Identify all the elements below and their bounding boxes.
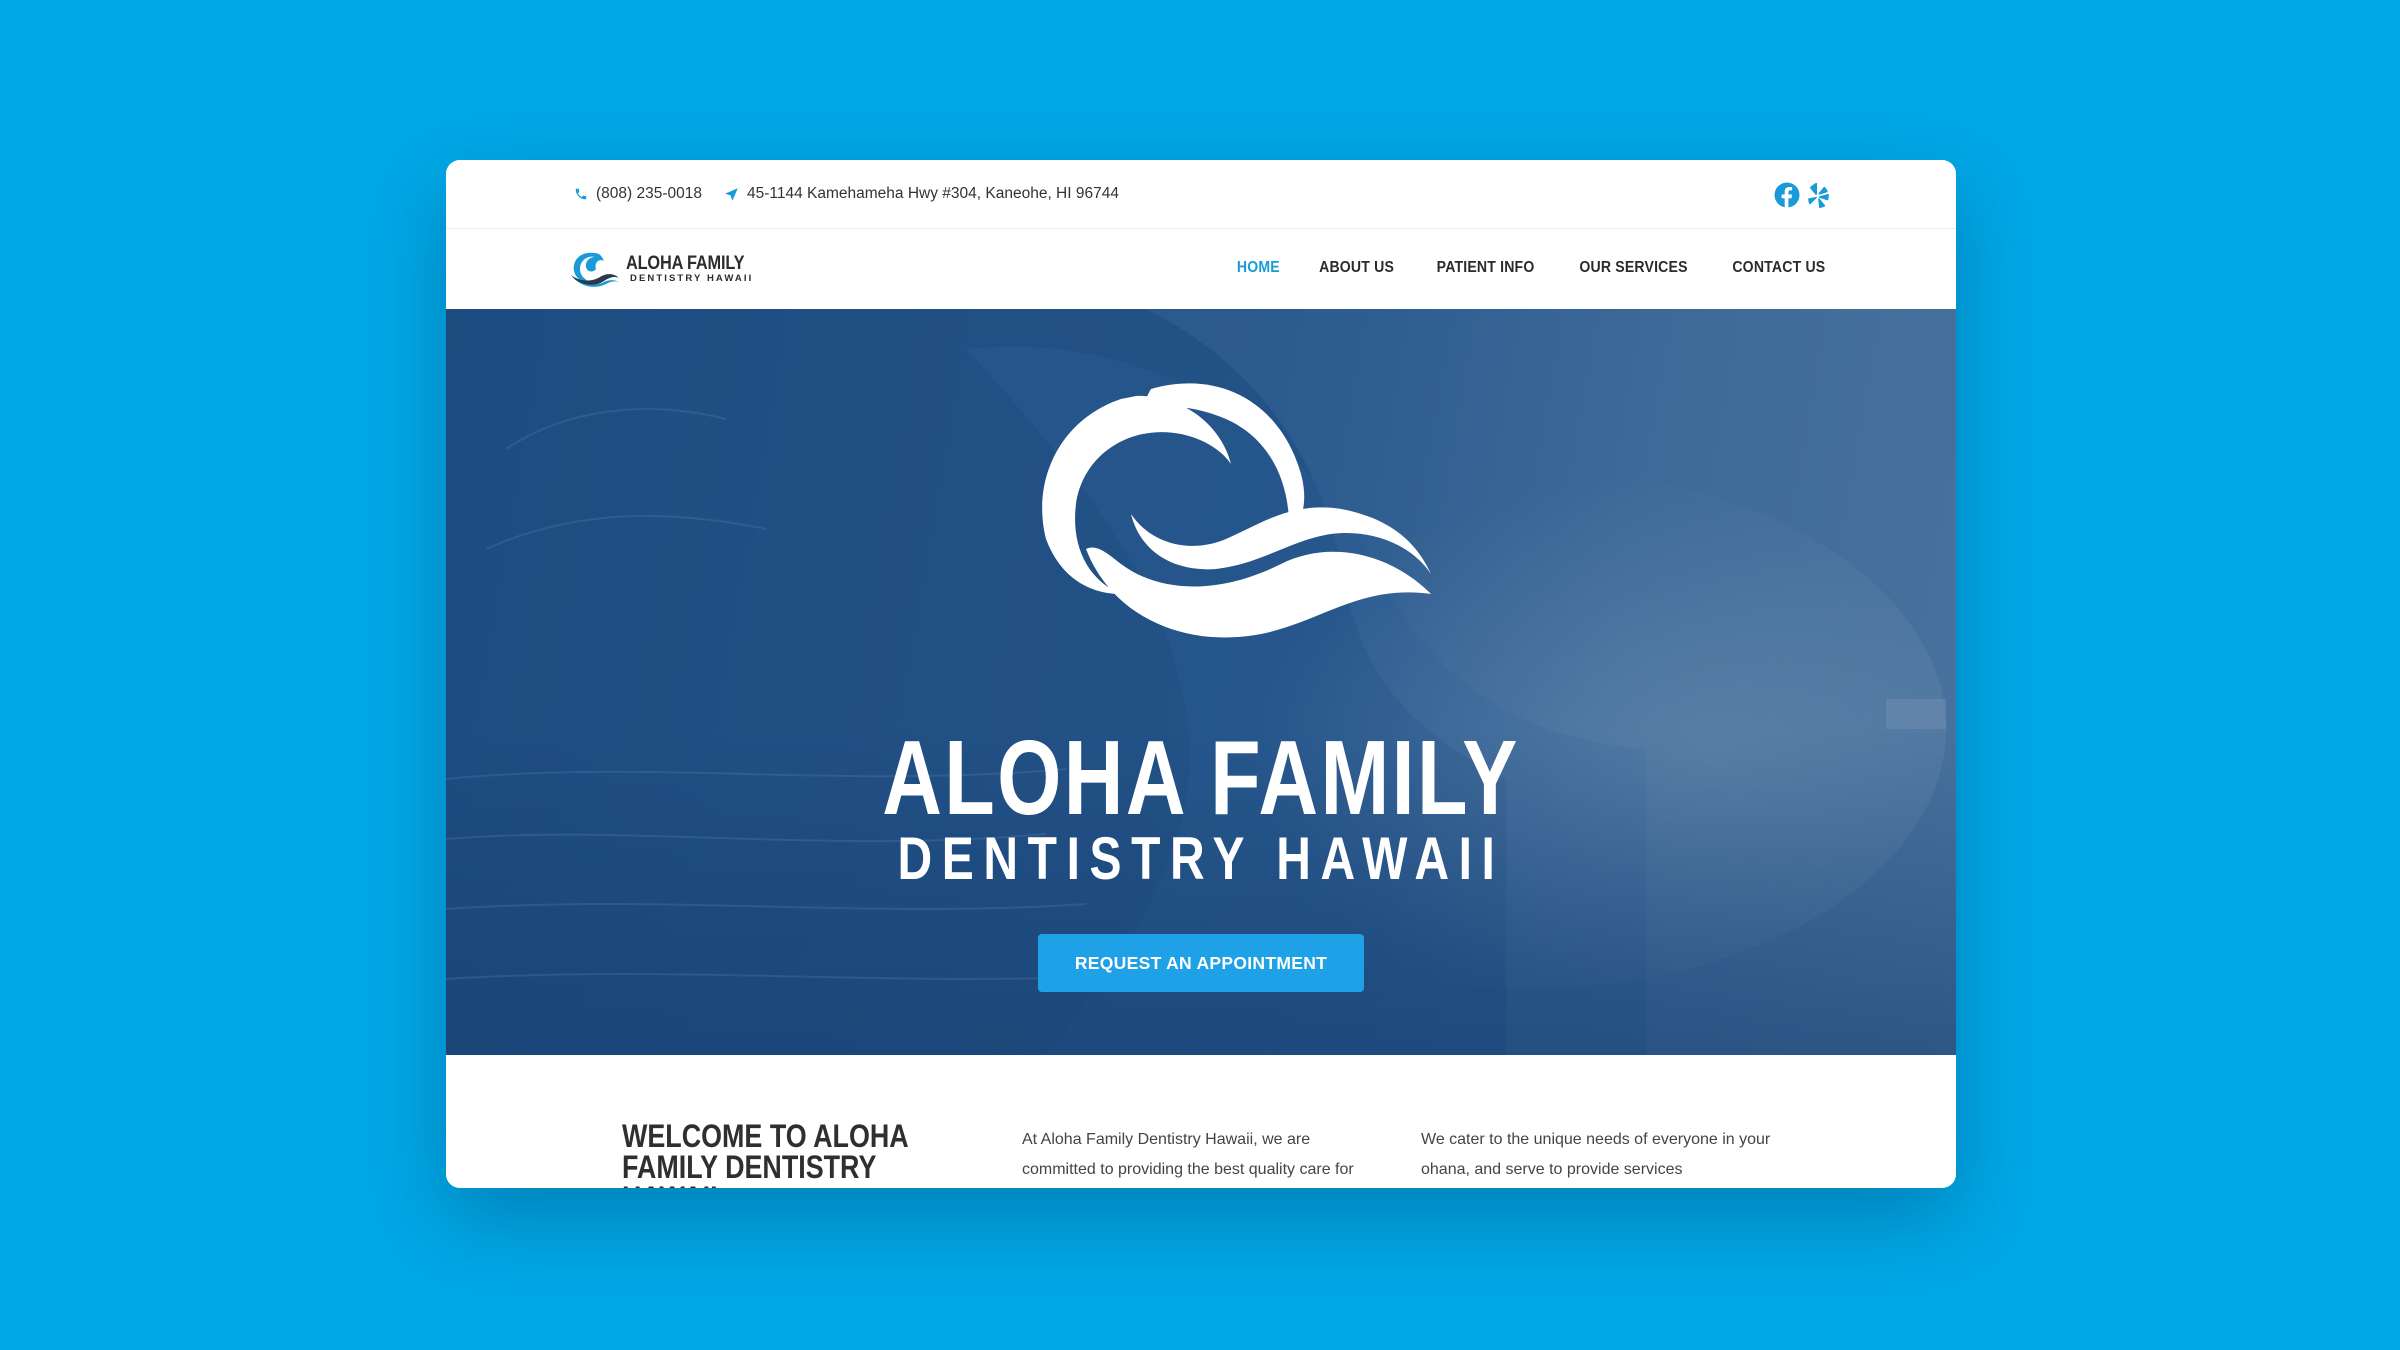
nav-item-contact-us[interactable]: CONTACT US xyxy=(1733,259,1826,277)
hero-wave-logo xyxy=(1042,383,1431,638)
hero-title: ALOHA FAMILY xyxy=(882,719,1520,837)
yelp-link[interactable] xyxy=(1808,182,1830,213)
facebook-icon xyxy=(1774,182,1800,208)
yelp-icon xyxy=(1808,182,1829,209)
hero-subtitle: DENTISTRY HAWAII xyxy=(897,825,1505,892)
welcome-heading: WELCOME TO ALOHA FAMILY DENTISTRY HAWAII xyxy=(622,1118,908,1188)
browser-window: (808) 235-0018 45-1144 Kamehameha Hwy #3… xyxy=(446,160,1956,1188)
address-link[interactable]: 45-1144 Kamehameha Hwy #304, Kaneohe, HI… xyxy=(724,185,1119,203)
welcome-text-column-2: We cater to the unique needs of everyone… xyxy=(1421,1131,1771,1178)
main-navbar: ALOHA FAMILY DENTISTRY HAWAII HOME ABOUT… xyxy=(446,229,1956,307)
location-arrow-icon xyxy=(725,187,738,201)
request-appointment-button[interactable]: REQUEST AN APPOINTMENT xyxy=(1038,934,1364,992)
brand-logo-link[interactable]: ALOHA FAMILY DENTISTRY HAWAII xyxy=(568,249,764,289)
nav-item-patient-info[interactable]: PATIENT INFO xyxy=(1437,259,1535,277)
welcome-text-column-1: At Aloha Family Dentistry Hawaii, we are… xyxy=(1022,1131,1354,1178)
phone-number: (808) 235-0018 xyxy=(596,185,702,202)
nav-item-home[interactable]: HOME xyxy=(1237,259,1280,277)
brand-name: ALOHA FAMILY xyxy=(626,253,745,275)
brand-tagline: DENTISTRY HAWAII xyxy=(630,273,754,285)
welcome-section: WELCOME TO ALOHA FAMILY DENTISTRY HAWAII… xyxy=(446,1055,1956,1188)
contact-bar: (808) 235-0018 45-1144 Kamehameha Hwy #3… xyxy=(446,160,1956,229)
nav-item-about-us[interactable]: ABOUT US xyxy=(1319,259,1394,277)
wave-logo-icon xyxy=(571,252,619,287)
phone-icon xyxy=(575,188,587,200)
primary-nav: HOME ABOUT US PATIENT INFO OUR SERVICES … xyxy=(1234,229,1832,307)
facebook-link[interactable] xyxy=(1774,182,1800,213)
nav-item-our-services[interactable]: OUR SERVICES xyxy=(1580,259,1688,277)
hero-section: ALOHA FAMILY DENTISTRY HAWAII REQUEST AN… xyxy=(446,309,1956,1055)
phone-link[interactable]: (808) 235-0018 xyxy=(574,185,702,203)
address-text: 45-1144 Kamehameha Hwy #304, Kaneohe, HI… xyxy=(747,185,1119,202)
